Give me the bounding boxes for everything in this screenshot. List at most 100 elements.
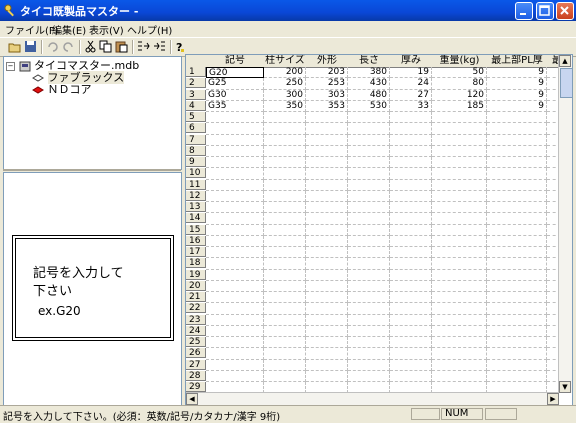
grid-cell[interactable] <box>206 157 264 169</box>
grid-cell[interactable] <box>306 112 348 124</box>
grid-cell[interactable] <box>487 348 547 360</box>
grid-cell[interactable]: 250 <box>264 78 306 90</box>
grid-cell[interactable]: 350 <box>264 100 306 112</box>
grid-cell[interactable] <box>348 157 390 169</box>
grid-cell[interactable] <box>390 314 432 326</box>
grid-cell[interactable]: 200 <box>264 67 306 79</box>
grid-cell[interactable] <box>264 269 306 281</box>
grid-cell[interactable]: 300 <box>264 89 306 101</box>
grid-cell[interactable]: 9 <box>487 67 547 79</box>
grid-cell[interactable] <box>264 292 306 304</box>
scroll-left-icon[interactable]: ◀ <box>186 393 198 405</box>
menu-file[interactable]: ファイル(F) <box>5 22 59 37</box>
data-grid[interactable]: 記号 柱サイズ 外形 長さ 厚み 重量(kg) 最上部PL厚最 1 G20 200 203 380 19… <box>185 54 573 406</box>
grid-cell[interactable] <box>390 123 432 135</box>
row-header[interactable]: 22 <box>186 303 206 314</box>
row-header[interactable]: 25 <box>186 337 206 348</box>
grid-cell[interactable] <box>206 202 264 214</box>
grid-cell[interactable] <box>264 123 306 135</box>
menu-help[interactable]: ヘルプ(H) <box>127 22 172 37</box>
grid-cell[interactable] <box>306 258 348 270</box>
grid-cell[interactable] <box>390 292 432 304</box>
grid-cell[interactable] <box>264 258 306 270</box>
grid-cell[interactable] <box>206 303 264 315</box>
grid-cell[interactable] <box>487 359 547 371</box>
grid-cell[interactable] <box>348 258 390 270</box>
row-header[interactable]: 1 <box>186 67 206 78</box>
grid-cell[interactable] <box>432 145 487 157</box>
grid-cell[interactable]: 303 <box>306 89 348 101</box>
horizontal-scrollbar[interactable]: ◀ ▶ <box>186 392 559 405</box>
grid-cell[interactable] <box>487 370 547 382</box>
grid-cell[interactable] <box>390 337 432 349</box>
grid-cell[interactable] <box>206 370 264 382</box>
grid-cell[interactable] <box>487 337 547 349</box>
grid-cell[interactable] <box>432 280 487 292</box>
grid-cell[interactable]: 380 <box>348 67 390 79</box>
grid-cell[interactable] <box>348 348 390 360</box>
grid-cell[interactable] <box>487 235 547 247</box>
row-header[interactable]: 12 <box>186 190 206 201</box>
grid-cell[interactable] <box>348 145 390 157</box>
paste-icon[interactable] <box>115 40 128 53</box>
undo-icon[interactable] <box>46 40 59 53</box>
grid-cell[interactable] <box>264 134 306 146</box>
grid-cell[interactable] <box>206 314 264 326</box>
grid-cell[interactable] <box>432 258 487 270</box>
grid-cell[interactable] <box>390 179 432 191</box>
grid-cell[interactable] <box>432 190 487 202</box>
grid-cell[interactable] <box>264 247 306 259</box>
grid-cell[interactable] <box>206 112 264 124</box>
grid-cell[interactable] <box>487 190 547 202</box>
grid-cell[interactable] <box>390 325 432 337</box>
grid-cell[interactable]: 27 <box>390 89 432 101</box>
grid-cell[interactable]: 530 <box>348 100 390 112</box>
grid-cell[interactable] <box>264 325 306 337</box>
grid-cell[interactable] <box>206 258 264 270</box>
grid-cell[interactable] <box>432 224 487 236</box>
grid-cell[interactable] <box>264 235 306 247</box>
grid-cell[interactable]: 353 <box>306 100 348 112</box>
maximize-button[interactable] <box>536 2 554 20</box>
grid-cell[interactable] <box>348 112 390 124</box>
grid-cell[interactable] <box>348 314 390 326</box>
grid-cell[interactable] <box>390 303 432 315</box>
close-button[interactable] <box>556 2 574 20</box>
row-header[interactable]: 29 <box>186 382 206 393</box>
grid-cell[interactable] <box>390 258 432 270</box>
grid-cell[interactable] <box>432 168 487 180</box>
grid-cell[interactable] <box>432 213 487 225</box>
grid-cell[interactable] <box>206 247 264 259</box>
grid-cell[interactable] <box>306 269 348 281</box>
grid-cell[interactable] <box>306 370 348 382</box>
grid-cell[interactable] <box>348 292 390 304</box>
scroll-thumb[interactable] <box>560 68 572 98</box>
row-header[interactable]: 3 <box>186 89 206 100</box>
grid-cell[interactable] <box>348 370 390 382</box>
row-header[interactable]: 4 <box>186 100 206 111</box>
grid-cell[interactable] <box>306 359 348 371</box>
vertical-scrollbar[interactable]: ▲ ▼ <box>558 55 572 393</box>
grid-cell[interactable]: G30 <box>206 89 264 101</box>
grid-cell[interactable] <box>306 325 348 337</box>
grid-cell[interactable] <box>264 168 306 180</box>
grid-cell[interactable] <box>264 145 306 157</box>
row-header[interactable]: 2 <box>186 78 206 89</box>
grid-cell[interactable] <box>348 190 390 202</box>
row-header[interactable]: 17 <box>186 247 206 258</box>
grid-cell[interactable] <box>264 224 306 236</box>
grid-cell[interactable] <box>432 348 487 360</box>
grid-cell[interactable]: 33 <box>390 100 432 112</box>
grid-cell[interactable] <box>432 112 487 124</box>
grid-cell[interactable] <box>306 292 348 304</box>
grid-cell[interactable] <box>206 325 264 337</box>
grid-cell[interactable]: 185 <box>432 100 487 112</box>
grid-cell[interactable] <box>432 123 487 135</box>
grid-cell[interactable] <box>206 123 264 135</box>
pane-splitter[interactable] <box>3 169 181 171</box>
grid-cell[interactable] <box>487 213 547 225</box>
grid-cell[interactable] <box>206 269 264 281</box>
collapse-icon[interactable]: − <box>6 61 15 71</box>
grid-cell[interactable]: 19 <box>390 67 432 79</box>
open-icon[interactable] <box>8 40 21 53</box>
